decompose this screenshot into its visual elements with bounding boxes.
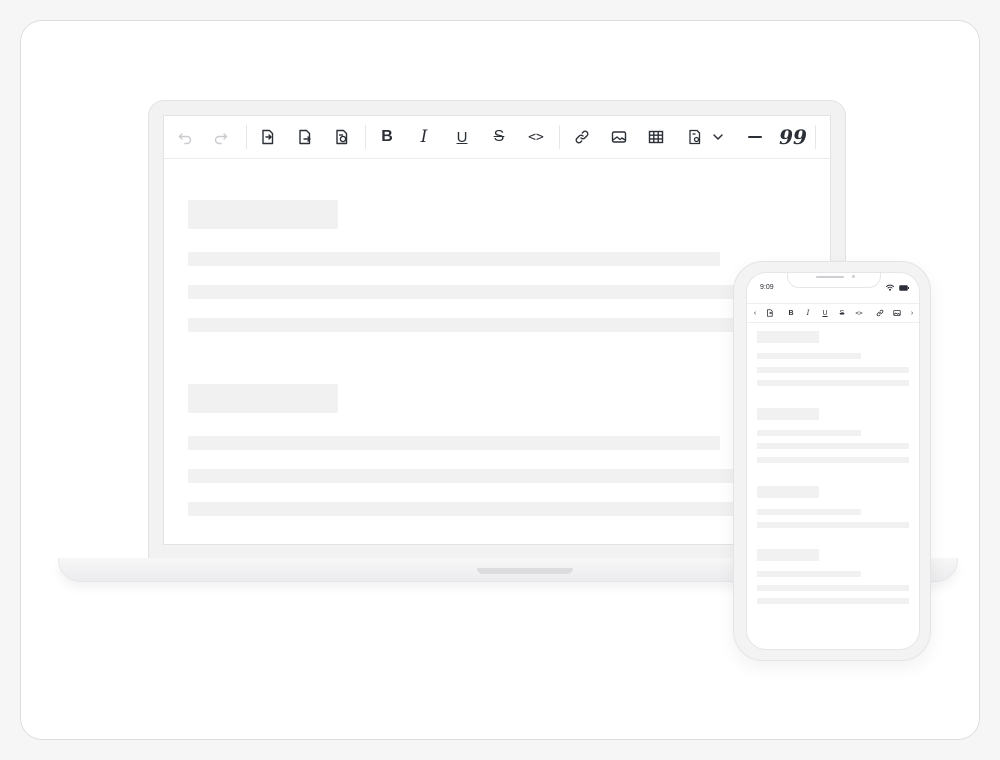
export-doc-button[interactable]: [290, 122, 320, 152]
bold-button[interactable]: B: [785, 306, 797, 320]
text-line-placeholder: [757, 509, 861, 515]
status-time: 9:09: [760, 284, 774, 291]
text-line-placeholder: [757, 585, 909, 591]
text-line-placeholder: [188, 502, 748, 516]
convert-doc-button[interactable]: [327, 122, 357, 152]
heading-placeholder: [757, 486, 819, 498]
import-document-icon: [767, 309, 773, 317]
heading-placeholder: [757, 549, 819, 561]
more-dropdown-button[interactable]: [708, 122, 728, 152]
underline-button[interactable]: U: [447, 122, 477, 152]
phone-speaker: [816, 276, 844, 278]
italic-button[interactable]: I: [802, 306, 814, 320]
phone-device: 9:09 ‹ B I U S <> ›: [733, 261, 931, 661]
template-icon: [689, 129, 701, 145]
text-line-placeholder: [757, 571, 861, 577]
text-line-placeholder: [757, 367, 909, 373]
strikethrough-button[interactable]: S: [836, 306, 848, 320]
text-line-placeholder: [188, 252, 720, 266]
import-document-icon: [262, 129, 274, 145]
horizontal-rule-button[interactable]: [740, 122, 770, 152]
strikethrough-button[interactable]: S: [484, 122, 514, 152]
text-line-placeholder: [188, 469, 748, 483]
heading-placeholder: [757, 331, 819, 343]
toolbar-separator: [365, 125, 366, 149]
italic-button[interactable]: I: [409, 122, 439, 152]
image-button[interactable]: [891, 306, 903, 320]
undo-button[interactable]: [170, 122, 200, 152]
mobile-editor-toolbar: ‹ B I U S <> ›: [747, 303, 919, 323]
import-doc-button[interactable]: [253, 122, 283, 152]
editor-toolbar: B I U S <> 99: [164, 116, 830, 159]
phone-screen: 9:09 ‹ B I U S <> ›: [746, 272, 920, 650]
horizontal-rule-icon: [748, 136, 762, 138]
export-document-icon: [299, 129, 311, 145]
template-button[interactable]: [680, 122, 710, 152]
code-button[interactable]: <>: [853, 306, 865, 320]
text-line-placeholder: [757, 522, 909, 528]
redo-icon: [214, 133, 228, 145]
bold-button[interactable]: B: [372, 122, 402, 152]
image-button[interactable]: [604, 122, 634, 152]
image-icon: [611, 131, 627, 143]
scroll-right-button[interactable]: ›: [906, 306, 918, 320]
link-icon: [876, 309, 884, 317]
scroll-left-button[interactable]: ‹: [749, 306, 761, 320]
text-line-placeholder: [757, 443, 909, 449]
heading-placeholder: [757, 408, 819, 420]
laptop-opening-notch: [477, 568, 573, 574]
toolbar-separator: [246, 125, 247, 149]
text-line-placeholder: [188, 436, 720, 450]
code-button[interactable]: <>: [521, 122, 551, 152]
heading-placeholder: [188, 384, 338, 413]
text-line-placeholder: [757, 353, 861, 359]
toolbar-separator: [559, 125, 560, 149]
text-line-placeholder: [757, 598, 909, 604]
table-icon: [648, 130, 664, 144]
wifi-icon: [886, 284, 894, 291]
phone-camera: [852, 275, 855, 278]
image-icon: [893, 310, 901, 316]
undo-icon: [178, 133, 192, 145]
table-button[interactable]: [641, 122, 671, 152]
text-line-placeholder: [757, 380, 909, 386]
text-line-placeholder: [188, 318, 748, 332]
redo-button[interactable]: [206, 122, 236, 152]
text-line-placeholder: [757, 457, 909, 463]
toolbar-separator: [815, 125, 816, 149]
status-icons: [886, 284, 909, 291]
text-line-placeholder: [188, 285, 748, 299]
convert-document-icon: [336, 129, 348, 145]
import-doc-button[interactable]: [764, 306, 776, 320]
link-button[interactable]: [874, 306, 886, 320]
heading-placeholder: [188, 200, 338, 229]
link-button[interactable]: [567, 122, 597, 152]
battery-icon: [899, 284, 909, 291]
blockquote-button[interactable]: 99: [778, 122, 808, 152]
phone-notch: [787, 273, 881, 288]
link-icon: [575, 130, 589, 144]
laptop-screen: B I U S <> 99: [163, 115, 831, 545]
text-line-placeholder: [757, 430, 861, 436]
underline-button[interactable]: U: [819, 306, 831, 320]
chevron-down-icon: [713, 134, 723, 140]
